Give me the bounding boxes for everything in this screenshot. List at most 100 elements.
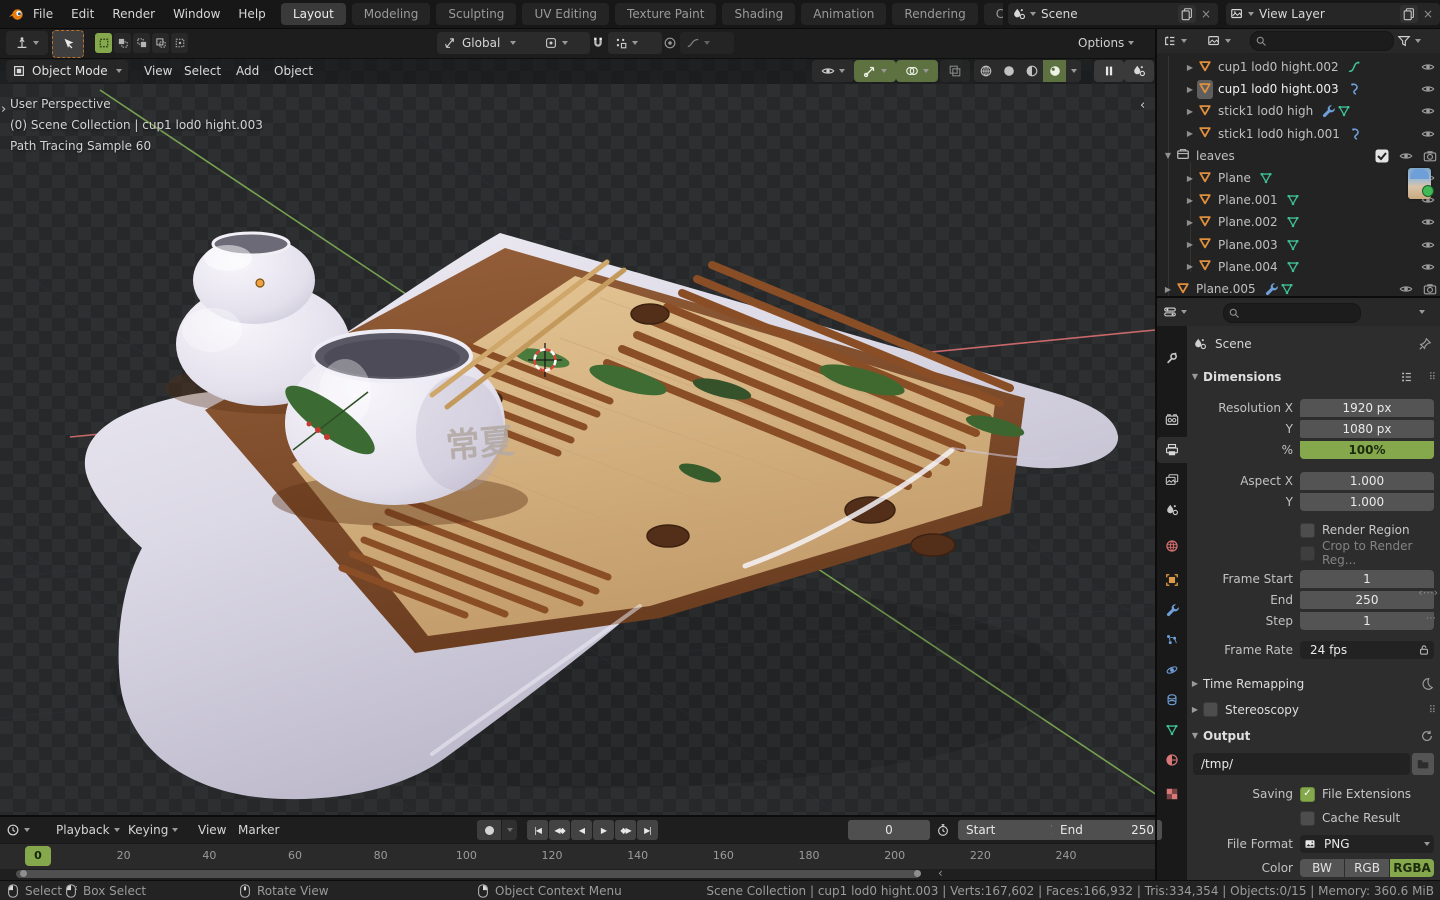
menu-help[interactable]: Help — [229, 7, 274, 21]
select-mode-new-button[interactable] — [95, 33, 112, 53]
shading-dropdown[interactable] — [1066, 60, 1081, 82]
menu-window[interactable]: Window — [164, 7, 229, 21]
sidebar-expand-icon[interactable]: ‹ — [1140, 98, 1145, 113]
viewport-canvas[interactable]: 常夏 — [0, 58, 1155, 815]
frame-end-field[interactable]: 250 — [1300, 591, 1434, 609]
outliner-row[interactable]: ▼leaves — [1157, 145, 1440, 167]
color-rgb-button[interactable]: RGB — [1345, 859, 1389, 877]
menu-edit[interactable]: Edit — [62, 7, 103, 21]
close-icon[interactable]: × — [1420, 7, 1436, 21]
lock-icon[interactable] — [1418, 644, 1430, 656]
viewport-menu-select[interactable]: Select — [184, 58, 221, 84]
next-keyframe-button[interactable]: ◆▶ — [615, 820, 636, 840]
cache-result-checkbox[interactable] — [1300, 811, 1315, 826]
outliner-row[interactable]: ▶Plane.003 — [1157, 234, 1440, 256]
close-icon[interactable]: × — [1198, 7, 1214, 21]
editor-type-button[interactable] — [6, 31, 48, 55]
overlays-toggle-button[interactable] — [896, 60, 938, 82]
aspect-x-field[interactable]: 1.000 — [1300, 472, 1434, 490]
view-layer-selector[interactable]: View Layer × — [1226, 3, 1440, 25]
mode-dropdown[interactable]: Object Mode — [6, 60, 128, 82]
expand-arrow-icon[interactable]: ▶ — [1183, 85, 1197, 94]
menu-file[interactable]: File — [24, 7, 62, 21]
scene-selector[interactable]: Scene × — [1008, 3, 1218, 25]
jump-start-button[interactable]: |◀ — [527, 820, 548, 840]
eye-icon[interactable] — [1398, 148, 1414, 164]
blender-logo-icon[interactable] — [8, 6, 24, 22]
eye-icon[interactable] — [1420, 59, 1436, 75]
outliner-row[interactable]: ▶Plane — [1157, 167, 1440, 189]
object-visibility-dropdown[interactable] — [812, 60, 854, 82]
menu-render[interactable]: Render — [103, 7, 164, 21]
properties-tab-scene[interactable] — [1157, 497, 1187, 523]
properties-tab-object[interactable] — [1157, 567, 1187, 593]
shading-rendered-button[interactable] — [1043, 60, 1066, 82]
tab-uv-editing[interactable]: UV Editing — [522, 3, 609, 25]
new-scene-icon[interactable] — [1178, 5, 1196, 23]
shading-material-button[interactable] — [1020, 60, 1043, 82]
properties-tab-modifiers[interactable] — [1157, 597, 1187, 623]
keying-options-dropdown[interactable] — [502, 820, 517, 840]
timeline-menu-playback[interactable]: Playback — [56, 817, 120, 843]
file-format-dropdown[interactable]: PNG — [1300, 835, 1434, 853]
camera-icon[interactable] — [1422, 148, 1438, 164]
outliner-search-field[interactable] — [1250, 31, 1394, 51]
expand-arrow-icon[interactable]: ▶ — [1183, 63, 1197, 72]
pause-render-button[interactable] — [1094, 60, 1124, 82]
collection-checkbox[interactable] — [1374, 148, 1390, 164]
output-panel-header[interactable]: ▼ Output — [1187, 725, 1440, 746]
crop-region-checkbox[interactable] — [1300, 546, 1315, 561]
outliner-row[interactable]: ▶Plane.001 — [1157, 189, 1440, 211]
expand-arrow-icon[interactable]: ▶ — [1183, 107, 1197, 116]
outliner-filter-button[interactable] — [1397, 31, 1421, 51]
eye-icon[interactable] — [1420, 214, 1436, 230]
timeline-editor-type-button[interactable] — [6, 820, 30, 840]
properties-tab-constraints[interactable] — [1157, 687, 1187, 713]
stopwatch-icon[interactable] — [936, 823, 950, 837]
tab-texture-paint[interactable]: Texture Paint — [615, 3, 716, 25]
viewport-menu-add[interactable]: Add — [236, 58, 259, 84]
timeline-menu-marker[interactable]: Marker — [238, 817, 279, 843]
eye-icon[interactable] — [1398, 281, 1414, 296]
folder-browse-button[interactable] — [1412, 753, 1434, 775]
collapse-arrow-icon[interactable]: ‹ — [938, 866, 943, 880]
eye-icon[interactable] — [1420, 259, 1436, 275]
eye-icon[interactable] — [1420, 81, 1436, 97]
options-dropdown[interactable]: Options — [1078, 33, 1134, 53]
current-frame-badge[interactable]: 0 — [25, 846, 51, 866]
active-tool-button[interactable] — [52, 30, 84, 58]
pin-icon[interactable] — [1418, 337, 1432, 351]
color-rgba-button[interactable]: RGBA — [1390, 859, 1434, 877]
xray-toggle-button[interactable] — [940, 60, 970, 82]
outliner-row[interactable]: ▶stick1 lod0 high — [1157, 100, 1440, 122]
frame-end-field[interactable]: End250 — [1052, 820, 1162, 840]
render-region-checkbox[interactable] — [1300, 523, 1315, 538]
camera-icon[interactable] — [1422, 281, 1438, 296]
tab-compositing[interactable]: Compositing — [984, 3, 1003, 25]
gizmo-toggle-button[interactable] — [854, 60, 896, 82]
time-remapping-panel-header[interactable]: ▶ Time Remapping — [1187, 673, 1440, 694]
transform-orientation-dropdown[interactable]: Global — [437, 32, 545, 54]
timeline-ruler[interactable]: 0 20406080100120140160180200220240 — [0, 843, 1155, 870]
timeline-scrollbar[interactable]: ‹ — [0, 869, 1155, 880]
dimensions-panel-header[interactable]: ▼ Dimensions ⠿ — [1187, 366, 1440, 387]
scrollbar-right-dot[interactable] — [914, 870, 921, 877]
properties-tab-object-data[interactable] — [1157, 717, 1187, 743]
current-frame-field[interactable]: 0 — [848, 820, 930, 840]
stereoscopy-panel-header[interactable]: ▶ Stereoscopy ⠿ — [1187, 699, 1440, 720]
toolbar-expand-icon[interactable]: › — [1, 102, 6, 117]
shading-wireframe-button[interactable] — [974, 60, 997, 82]
animate-decorator-icon[interactable]: ‹⋯› — [1418, 586, 1438, 599]
properties-tab-world[interactable] — [1157, 533, 1187, 559]
tab-rendering[interactable]: Rendering — [892, 3, 977, 25]
select-mode-invert-button[interactable] — [152, 33, 169, 53]
auto-keying-button[interactable] — [477, 820, 501, 840]
frame-step-field[interactable]: 1 — [1300, 612, 1434, 630]
properties-tab-tool[interactable] — [1157, 345, 1187, 371]
file-extensions-checkbox[interactable]: ✓ — [1300, 787, 1315, 802]
outliner-row[interactable]: ▶Plane.002 — [1157, 211, 1440, 233]
outliner-row[interactable]: ▶cup1 lod0 hight.002 — [1157, 56, 1440, 78]
select-mode-intersect-button[interactable] — [171, 33, 188, 53]
select-mode-subtract-button[interactable] — [133, 33, 150, 53]
outliner-editor-type-button[interactable] — [1163, 31, 1187, 51]
